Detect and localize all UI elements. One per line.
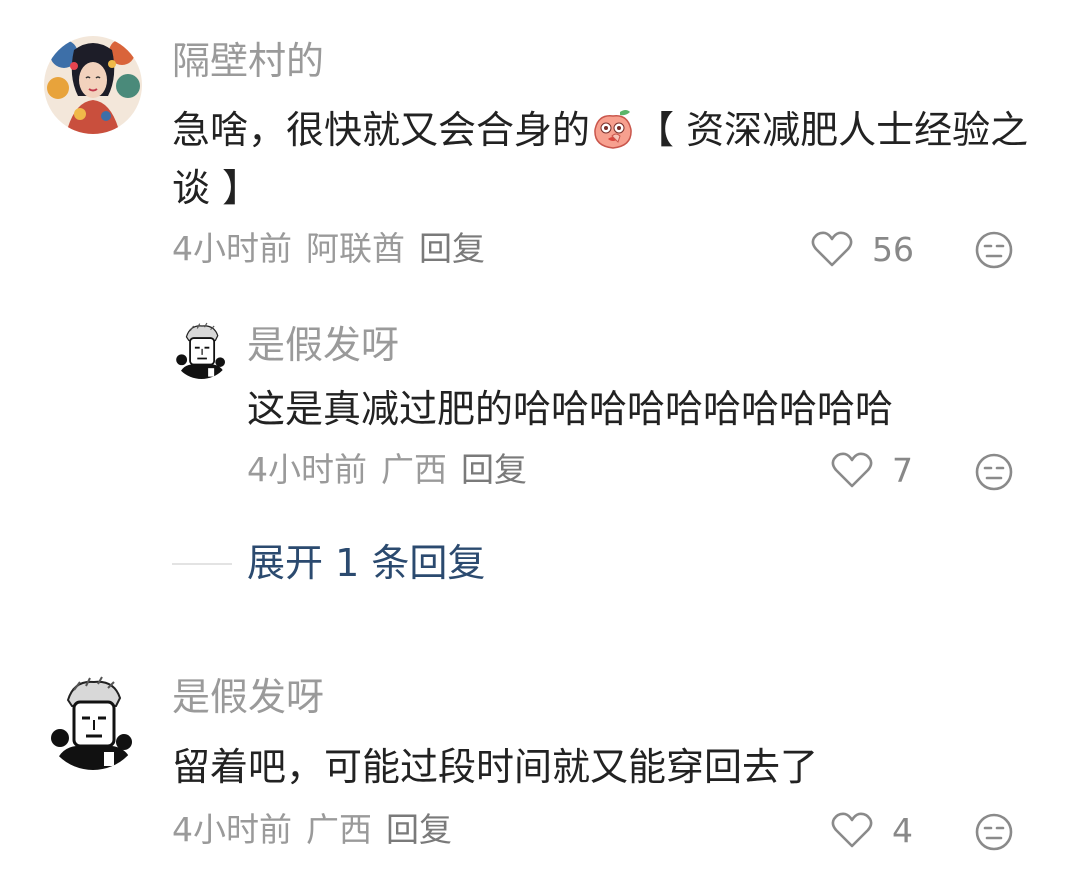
expand-divider	[172, 563, 232, 565]
avatar-image	[172, 320, 231, 379]
comment-meta: 4小时前 广西 回复	[247, 453, 541, 486]
comment-meta: 4小时前 阿联酋 回复	[172, 232, 499, 265]
meh-face-icon	[975, 453, 1013, 491]
reply-item: 是假发呀 这是真减过肥的哈哈哈哈哈哈哈哈哈哈 4小时前 广西 回复 7	[0, 300, 1080, 510]
like-count: 7	[892, 450, 913, 490]
like-button[interactable]: 7	[830, 450, 913, 490]
dislike-button[interactable]	[974, 452, 1014, 492]
dislike-button[interactable]	[974, 230, 1014, 270]
comment-text-part: 急啥，很快就又会合身的	[172, 108, 591, 152]
comment-time: 4小时前	[172, 810, 292, 849]
avatar[interactable]	[44, 36, 142, 134]
comment-item: 隔壁村的 急啥，很快就又会合身的 【 资深减肥人士经验之谈 】 4小时前 阿联酋回…	[0, 0, 1080, 290]
comment-meta: 4小时前 广西 回复	[172, 813, 466, 846]
comment-text: 这是真减过肥的哈哈哈哈哈哈哈哈哈哈	[247, 387, 894, 431]
reply-button[interactable]: 回复	[419, 229, 485, 268]
avatar[interactable]	[172, 320, 231, 379]
comment-time: 4小时前	[172, 229, 292, 268]
username[interactable]: 隔壁村的	[172, 42, 324, 80]
username[interactable]: 是假发呀	[247, 326, 399, 364]
like-button[interactable]: 4	[830, 810, 913, 850]
like-count: 4	[892, 810, 913, 850]
comment-location: 广西	[306, 810, 372, 849]
like-button[interactable]: 56	[810, 229, 914, 269]
reply-button[interactable]: 回复	[386, 810, 452, 849]
comment-time: 4小时前	[247, 450, 367, 489]
dislike-button[interactable]	[974, 812, 1014, 852]
heart-outline-icon	[831, 452, 873, 488]
like-count: 56	[872, 229, 914, 269]
meh-face-icon	[975, 813, 1013, 851]
peach-emoji-icon	[594, 110, 632, 149]
username[interactable]: 是假发呀	[172, 678, 324, 716]
avatar[interactable]	[44, 672, 142, 770]
heart-outline-icon	[831, 812, 873, 848]
comment-text: 留着吧，可能过段时间就又能穿回去了	[172, 745, 819, 789]
avatar-image	[44, 672, 142, 770]
heart-outline-icon	[811, 231, 853, 267]
comment-text: 急啥，很快就又会合身的 【 资深减肥人士经验之谈 】	[172, 101, 1032, 217]
reply-button[interactable]: 回复	[461, 450, 527, 489]
meh-face-icon	[975, 231, 1013, 269]
comment-location: 广西	[381, 450, 447, 489]
expand-replies-button[interactable]: 展开 1 条回复	[247, 544, 485, 582]
comment-location: 阿联酋	[306, 229, 405, 268]
comment-item: 是假发呀 留着吧，可能过段时间就又能穿回去了 4小时前 广西 回复 4	[0, 640, 1080, 883]
avatar-image	[44, 36, 142, 134]
